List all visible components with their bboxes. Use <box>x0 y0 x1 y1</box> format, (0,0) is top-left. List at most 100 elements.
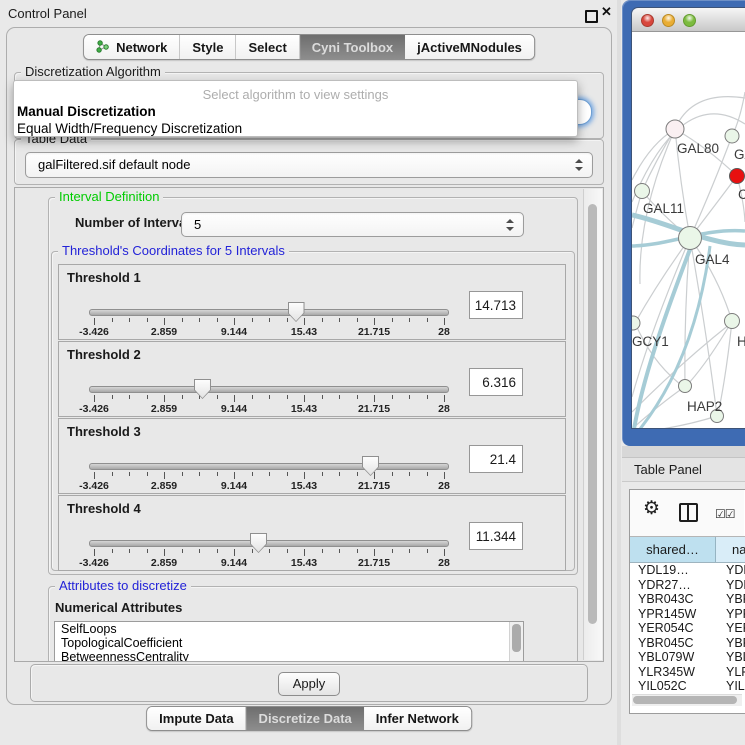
list-item[interactable]: SelfLoops <box>55 622 523 636</box>
table-cell[interactable]: YBL079W <box>630 650 716 665</box>
table-row[interactable]: YDL19…YDL1 <box>630 563 745 578</box>
select-columns-icon[interactable]: ☑☑ <box>715 507 735 521</box>
slider-tick-label: 28 <box>414 557 474 569</box>
tab-network[interactable]: Network <box>84 35 180 59</box>
slider-track[interactable] <box>89 540 449 547</box>
algorithm-option-equal-width[interactable]: Equal Width/Frequency Discretization <box>14 120 577 137</box>
table-row[interactable]: YBL079WYBL0 <box>630 650 745 665</box>
slider-tick <box>182 472 183 476</box>
slider-tick-label: 2.859 <box>134 326 194 338</box>
table-row[interactable]: YPR145WYPR1 <box>630 607 745 622</box>
table-cell[interactable]: YDL1 <box>716 563 745 578</box>
slider-tick <box>112 472 113 476</box>
threshold-4-slider[interactable]: -3.4262.8599.14415.4321.71528 <box>85 532 453 568</box>
table-cell[interactable]: YDR27… <box>630 578 716 593</box>
network-window-titlebar[interactable] <box>632 8 745 32</box>
threshold-4-value-field[interactable]: 11.344 <box>469 522 523 550</box>
horizontal-scrollbar[interactable] <box>632 694 742 706</box>
vertical-scrollbar[interactable] <box>583 189 602 660</box>
threshold-3-value-field[interactable]: 21.4 <box>469 445 523 473</box>
horizontal-scrollbar-thumb[interactable] <box>633 696 737 704</box>
table-cell[interactable]: YLR345W <box>630 665 716 680</box>
float-window-icon[interactable] <box>585 10 598 23</box>
tab-jactivemnodules[interactable]: jActiveMNodules <box>405 35 534 59</box>
network-node-HAP2[interactable] <box>679 380 692 393</box>
slider-tick <box>392 395 393 399</box>
threshold-1-value-field[interactable]: 14.713 <box>469 291 523 319</box>
slider-tick <box>287 318 288 322</box>
close-icon[interactable]: ✕ <box>601 4 612 20</box>
columns-icon[interactable] <box>679 503 698 522</box>
table-cell[interactable]: YBR0 <box>716 592 745 607</box>
network-node-GAL80[interactable] <box>666 120 684 138</box>
threshold-2-slider[interactable]: -3.4262.8599.14415.4321.71528 <box>85 378 453 414</box>
network-node-label: HAP2 <box>687 399 722 414</box>
cyni-mode-tabbar: Impute Data Discretize Data Infer Networ… <box>146 706 472 731</box>
list-item[interactable]: TopologicalCoefficient <box>55 636 523 650</box>
network-node-GCY1[interactable] <box>632 316 640 330</box>
slider-tick <box>357 472 358 476</box>
slider-thumb[interactable] <box>250 533 267 553</box>
zoom-traffic-light-icon[interactable] <box>683 14 696 27</box>
tab-select[interactable]: Select <box>236 35 299 59</box>
table-cell[interactable]: YER054C <box>630 621 716 636</box>
list-scrollbar-thumb[interactable] <box>512 624 521 652</box>
column-header-shared-name[interactable]: shared… <box>630 537 716 562</box>
column-header-name[interactable]: na <box>716 537 745 562</box>
table-cell[interactable]: YBL0 <box>716 650 745 665</box>
table-cell[interactable]: YDR2 <box>716 578 745 593</box>
slider-thumb[interactable] <box>362 456 379 476</box>
tab-discretize-data[interactable]: Discretize Data <box>247 707 364 730</box>
tab-style[interactable]: Style <box>180 35 236 59</box>
number-of-intervals-combobox[interactable]: 5 <box>181 212 524 237</box>
table-cell[interactable]: YBR0 <box>716 636 745 651</box>
slider-track[interactable] <box>89 463 449 470</box>
table-cell[interactable]: YDL19… <box>630 563 716 578</box>
tab-infer-network[interactable]: Infer Network <box>364 707 471 730</box>
algorithm-option-manual[interactable]: Manual Discretization <box>14 103 577 120</box>
table-row[interactable]: YDR27…YDR2 <box>630 578 745 593</box>
list-item[interactable]: BetweennessCentrality <box>55 650 523 662</box>
list-scrollbar[interactable] <box>509 622 523 662</box>
table-cell[interactable]: YPR1 <box>716 607 745 622</box>
table-cell[interactable]: YBR043C <box>630 592 716 607</box>
slider-tick <box>234 549 235 556</box>
network-node-GAL4[interactable] <box>679 227 702 250</box>
table-cell[interactable]: YBR045C <box>630 636 716 651</box>
gear-icon[interactable]: ⚙ <box>643 497 660 520</box>
network-node-GAL11[interactable] <box>635 184 650 199</box>
slider-tick-label: -3.426 <box>64 403 124 415</box>
close-traffic-light-icon[interactable] <box>641 14 654 27</box>
table-row[interactable]: YLR345WYLR3 <box>630 665 745 680</box>
table-cell[interactable]: YPR145W <box>630 607 716 622</box>
table-cell[interactable]: YLR3 <box>716 665 745 680</box>
tab-impute-data[interactable]: Impute Data <box>147 707 246 730</box>
apply-button[interactable]: Apply <box>278 672 340 696</box>
slider-track[interactable] <box>89 309 449 316</box>
slider-tick <box>304 472 305 479</box>
slider-thumb[interactable] <box>194 379 211 399</box>
table-cell[interactable]: YIL052C <box>630 679 716 694</box>
network-node-node[interactable] <box>725 129 739 143</box>
network-canvas[interactable]: GAL80GACGAL11GAL4HGCY1HAP2 <box>632 32 745 428</box>
table-cell[interactable]: YER0 <box>716 621 745 636</box>
table-data-combobox[interactable]: galFiltered.sif default node <box>25 152 593 178</box>
network-node-H[interactable] <box>725 314 740 329</box>
slider-tick <box>252 395 253 399</box>
panel-splitter[interactable] <box>617 0 621 745</box>
table-row[interactable]: YER054CYER0 <box>630 621 745 636</box>
tab-cyni-toolbox[interactable]: Cyni Toolbox <box>300 35 405 59</box>
table-row[interactable]: YIL052CYIL0 <box>630 679 745 694</box>
slider-tick-label: 28 <box>414 326 474 338</box>
minimize-traffic-light-icon[interactable] <box>662 14 675 27</box>
slider-track[interactable] <box>89 386 449 393</box>
table-cell[interactable]: YIL0 <box>716 679 745 694</box>
table-row[interactable]: YBR045CYBR0 <box>630 636 745 651</box>
slider-thumb[interactable] <box>288 302 305 322</box>
vertical-scrollbar-thumb[interactable] <box>588 204 597 624</box>
threshold-1-slider[interactable]: -3.4262.8599.14415.4321.71528 <box>85 301 453 337</box>
table-row[interactable]: YBR043CYBR0 <box>630 592 745 607</box>
network-node-highlighted-node[interactable] <box>730 169 745 184</box>
threshold-2-value-field[interactable]: 6.316 <box>469 368 523 396</box>
threshold-3-slider[interactable]: -3.4262.8599.14415.4321.71528 <box>85 455 453 491</box>
